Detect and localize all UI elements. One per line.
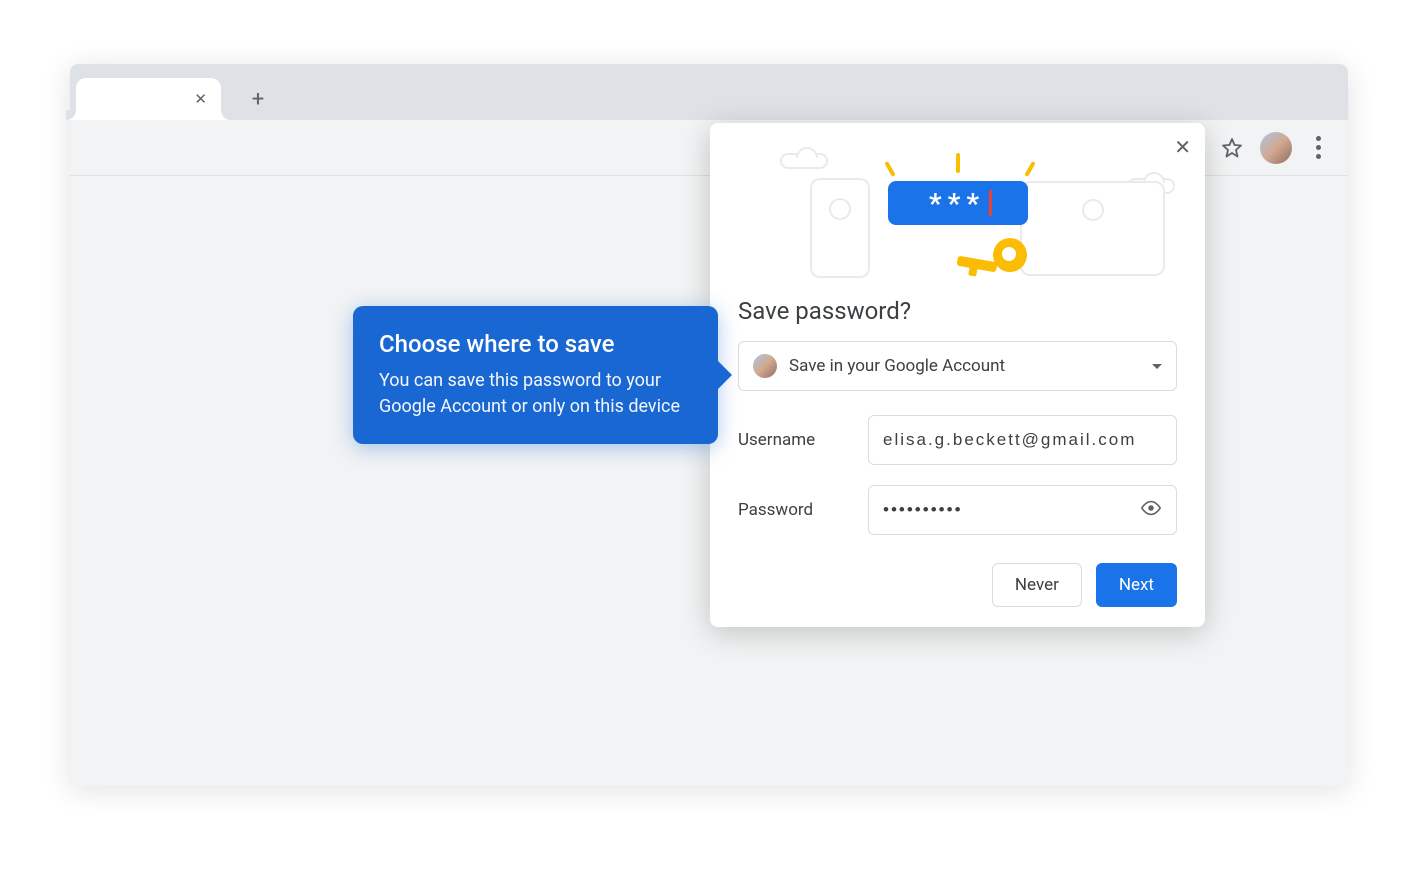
close-tab-icon[interactable]: ✕ [194, 92, 207, 107]
phone-illustration [810, 178, 870, 278]
dot-icon [1316, 145, 1321, 150]
username-field[interactable] [868, 415, 1177, 465]
save-password-popup: ✕ *** Save password? Save in your Google… [710, 123, 1205, 627]
spark-illustration [1024, 161, 1035, 177]
dot-icon [1316, 136, 1321, 141]
popup-title: Save password? [738, 297, 1177, 325]
laptop-illustration [1020, 181, 1165, 276]
next-button[interactable]: Next [1096, 563, 1177, 607]
popup-illustration: *** [710, 123, 1205, 293]
bookmark-button[interactable] [1218, 134, 1246, 162]
password-input[interactable] [883, 500, 1140, 520]
profile-avatar[interactable] [1260, 132, 1292, 164]
password-label: Password [738, 500, 848, 520]
dot-icon [1316, 154, 1321, 159]
tab-strip: ✕ + [70, 64, 1348, 120]
account-avatar-icon [753, 354, 777, 378]
password-field-illustration: *** [888, 181, 1028, 225]
callout-body: You can save this password to your Googl… [379, 368, 692, 420]
key-illustration [993, 238, 1027, 272]
new-tab-button[interactable]: + [243, 84, 273, 114]
star-icon [1220, 136, 1244, 160]
spark-illustration [956, 153, 960, 173]
spark-illustration [884, 161, 895, 177]
chevron-down-icon [1152, 364, 1162, 369]
username-label: Username [738, 430, 848, 450]
more-menu-button[interactable] [1306, 136, 1330, 159]
info-callout: Choose where to save You can save this p… [353, 306, 718, 444]
save-location-select[interactable]: Save in your Google Account [738, 341, 1177, 391]
show-password-button[interactable] [1140, 497, 1162, 524]
callout-title: Choose where to save [379, 330, 692, 358]
browser-tab[interactable]: ✕ [76, 78, 221, 120]
never-button[interactable]: Never [992, 563, 1082, 607]
save-location-label: Save in your Google Account [789, 356, 1140, 376]
eye-icon [1140, 497, 1162, 519]
password-field[interactable] [868, 485, 1177, 535]
username-input[interactable] [883, 430, 1162, 450]
cloud-illustration [780, 153, 828, 169]
